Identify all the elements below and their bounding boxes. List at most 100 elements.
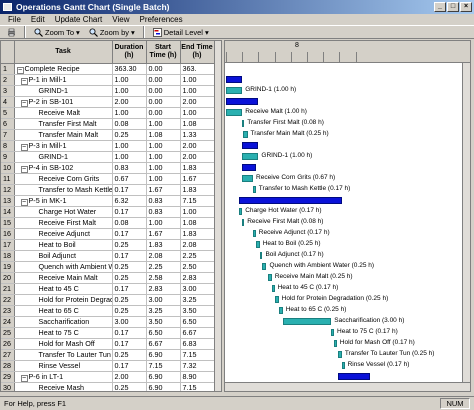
table-row[interactable]: 3 GRIND-1 1.00 0.00 1.00 bbox=[1, 85, 215, 97]
duration-column-header[interactable]: Duration (h) bbox=[112, 41, 147, 64]
collapse-toggle-icon[interactable]: − bbox=[20, 165, 28, 172]
operation-bar[interactable] bbox=[274, 296, 279, 303]
unit-bar[interactable] bbox=[226, 98, 259, 105]
table-row[interactable]: 12 Transfer to Mash Kettle 0.17 1.67 1.83 bbox=[1, 184, 215, 196]
operation-bar[interactable] bbox=[282, 318, 332, 325]
operation-bar[interactable] bbox=[278, 307, 283, 314]
unit-bar[interactable] bbox=[337, 373, 371, 380]
table-row[interactable]: 19 Quench with Ambient Water0.252.252.50 bbox=[1, 261, 215, 273]
table-row[interactable]: 30 Receive Mash 0.25 6.90 7.15 bbox=[1, 382, 215, 391]
menu-edit[interactable]: Edit bbox=[26, 14, 50, 25]
collapse-toggle-icon[interactable]: − bbox=[20, 143, 28, 150]
table-row[interactable]: 4− P-2 in SB-101 2.00 0.00 2.00 bbox=[1, 96, 215, 108]
task-name: Receive First Malt bbox=[38, 217, 97, 227]
row-number: 17 bbox=[1, 239, 15, 251]
unit-bar[interactable] bbox=[242, 164, 256, 171]
operation-bar[interactable] bbox=[253, 230, 256, 237]
unit-bar[interactable] bbox=[226, 76, 243, 83]
table-row[interactable]: 15 Receive First Malt 0.08 1.00 1.08 bbox=[1, 217, 215, 229]
collapse-toggle-icon[interactable]: − bbox=[16, 66, 24, 73]
table-row[interactable]: 16 Receive Adjunct 0.17 1.67 1.83 bbox=[1, 228, 215, 240]
detail-level-button[interactable]: Detail Level ▾ bbox=[150, 26, 212, 38]
operation-bar[interactable] bbox=[239, 208, 243, 215]
operation-bar[interactable] bbox=[271, 285, 275, 292]
table-row[interactable]: 23 Heat to 65 C 0.25 3.25 3.50 bbox=[1, 305, 215, 317]
operation-bar[interactable] bbox=[242, 175, 254, 182]
row-number: 26 bbox=[1, 338, 15, 350]
table-row[interactable]: 5 Receive Malt 1.00 0.00 1.00 bbox=[1, 107, 215, 119]
table-row[interactable]: 25 Heat to 75 C 0.17 6.50 6.67 bbox=[1, 327, 215, 339]
gantt-vertical-scrollbar[interactable] bbox=[462, 63, 470, 383]
table-row[interactable]: 6 Transfer First Malt 0.08 1.00 1.08 bbox=[1, 118, 215, 130]
start-time-cell: 0.00 bbox=[146, 96, 181, 108]
collapse-toggle-icon[interactable]: − bbox=[20, 198, 28, 205]
table-row[interactable]: 28 Rinse Vessel 0.17 7.15 7.32 bbox=[1, 360, 215, 372]
bar-label: Saccharification (3.00 h) bbox=[334, 317, 405, 324]
operation-bar[interactable] bbox=[337, 351, 342, 358]
row-number: 9 bbox=[1, 151, 15, 163]
operation-bar[interactable] bbox=[334, 340, 337, 347]
unit-bar[interactable] bbox=[239, 197, 342, 204]
table-row[interactable]: 2− P-1 in Mill-1 1.00 0.00 1.00 bbox=[1, 74, 215, 86]
bar-label: Transfer First Malt (0.08 h) bbox=[247, 119, 324, 126]
end-time-column-header[interactable]: End Time (h) bbox=[180, 41, 215, 64]
table-row[interactable]: 24 Saccharification 3.00 3.50 6.50 bbox=[1, 316, 215, 328]
table-row[interactable]: 29− P-6 in LT-1 2.00 6.90 8.90 bbox=[1, 371, 215, 383]
print-button[interactable] bbox=[4, 26, 19, 38]
maximize-button[interactable]: □ bbox=[447, 2, 459, 12]
operation-bar[interactable] bbox=[242, 219, 245, 226]
operation-bar[interactable] bbox=[242, 120, 245, 127]
table-row[interactable]: 14 Charge Hot Water 0.17 0.83 1.00 bbox=[1, 206, 215, 218]
end-time-cell: 2.00 bbox=[180, 96, 215, 108]
collapse-toggle-icon[interactable]: − bbox=[20, 77, 28, 84]
zoom-to-button[interactable]: Zoom To ▾ bbox=[31, 26, 83, 38]
table-row[interactable]: 11 Receive Corn Grits 0.67 1.00 1.67 bbox=[1, 173, 215, 185]
task-name: Receive Malt bbox=[38, 107, 81, 117]
operation-bar[interactable] bbox=[242, 153, 259, 160]
menu-preferences[interactable]: Preferences bbox=[134, 14, 187, 25]
table-row[interactable]: 27 Transfer To Lauter Tun 0.25 6.90 7.15 bbox=[1, 349, 215, 361]
menu-update-chart[interactable]: Update Chart bbox=[50, 14, 108, 25]
operation-bar[interactable] bbox=[243, 131, 248, 138]
table-row[interactable]: 8− P-3 in Mill-1 1.00 1.00 2.00 bbox=[1, 140, 215, 152]
table-row[interactable]: 22 Hold for Protein Degradation0.253.003.… bbox=[1, 294, 215, 306]
task-name: Hold for Mash Off bbox=[38, 338, 95, 348]
task-name: Rinse Vessel bbox=[38, 360, 81, 370]
operation-bar[interactable] bbox=[262, 263, 267, 270]
operation-bar[interactable] bbox=[226, 87, 243, 94]
close-button[interactable]: × bbox=[460, 2, 472, 12]
zoom-by-button[interactable]: Zoom by ▾ bbox=[86, 26, 138, 38]
table-row[interactable]: 18 Boil Adjunct 0.17 2.08 2.25 bbox=[1, 250, 215, 262]
table-row[interactable]: 10− P-4 in SB-102 0.83 1.00 1.83 bbox=[1, 162, 215, 174]
table-row[interactable]: 1− Complete Recipe 363.30 0.00 363. bbox=[1, 63, 215, 75]
gantt-horizontal-scrollbar[interactable] bbox=[225, 382, 470, 391]
table-row[interactable]: 7 Transfer Main Malt 0.25 1.08 1.33 bbox=[1, 129, 215, 141]
table-row[interactable]: 26 Hold for Mash Off 0.17 6.67 6.83 bbox=[1, 338, 215, 350]
operation-bar[interactable] bbox=[267, 274, 272, 281]
unit-bar[interactable] bbox=[242, 142, 259, 149]
task-grid-scrollbar[interactable] bbox=[214, 41, 221, 391]
operation-bar[interactable] bbox=[255, 241, 260, 248]
collapse-toggle-icon[interactable]: − bbox=[20, 374, 28, 381]
end-time-cell: 7.15 bbox=[180, 382, 215, 391]
operation-bar[interactable] bbox=[253, 186, 256, 193]
operation-bar[interactable] bbox=[259, 252, 263, 259]
operation-bar[interactable] bbox=[331, 329, 335, 336]
task-column-header[interactable]: Task bbox=[14, 41, 113, 64]
bar-label: Heat to 65 C (0.25 h) bbox=[285, 306, 347, 313]
task-name: GRIND-1 bbox=[38, 151, 69, 161]
table-row[interactable]: 21 Heat to 45 C 0.17 2.83 3.00 bbox=[1, 283, 215, 295]
operation-bar[interactable] bbox=[226, 109, 243, 116]
row-number-header bbox=[1, 41, 15, 64]
menu-view[interactable]: View bbox=[107, 14, 134, 25]
menu-file[interactable]: File bbox=[3, 14, 26, 25]
operation-bar[interactable] bbox=[341, 362, 345, 369]
start-time-column-header[interactable]: Start Time (h) bbox=[146, 41, 181, 64]
collapse-toggle-icon[interactable]: − bbox=[20, 99, 28, 106]
table-row[interactable]: 17 Heat to Boil 0.25 1.83 2.08 bbox=[1, 239, 215, 251]
end-time-cell: 363. bbox=[180, 63, 215, 75]
table-row[interactable]: 9 GRIND-1 1.00 1.00 2.00 bbox=[1, 151, 215, 163]
minimize-button[interactable]: _ bbox=[434, 2, 446, 12]
table-row[interactable]: 13− P-5 in MK-1 6.32 0.83 7.15 bbox=[1, 195, 215, 207]
table-row[interactable]: 20 Receive Main Malt 0.25 2.58 2.83 bbox=[1, 272, 215, 284]
